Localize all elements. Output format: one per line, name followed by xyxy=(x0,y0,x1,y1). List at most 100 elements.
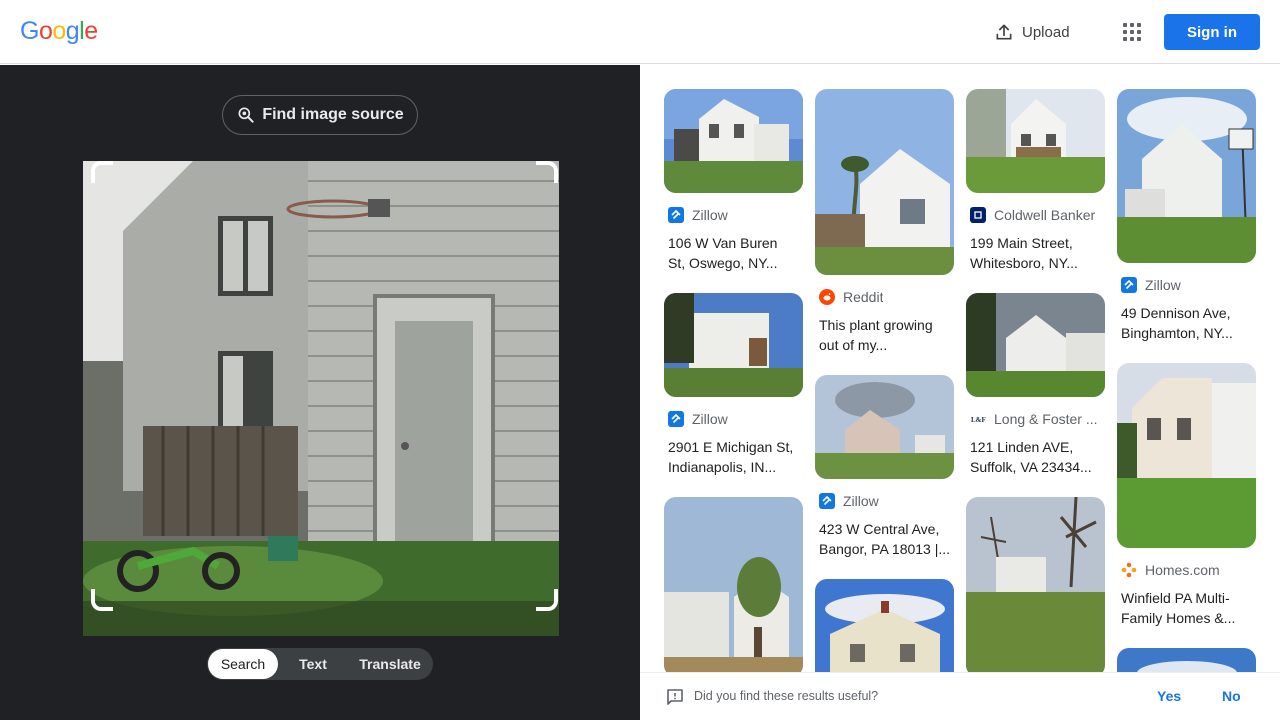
result-title-line: Whitesboro, NY... xyxy=(970,255,1078,271)
result-card[interactable] xyxy=(664,497,803,672)
crop-corner-top-right[interactable] xyxy=(536,161,558,183)
result-title-line: Indianapolis, IN... xyxy=(668,459,777,475)
tab-search[interactable]: Search xyxy=(208,649,278,679)
svg-text:L&F: L&F xyxy=(971,416,986,424)
result-source: Reddit xyxy=(843,289,884,305)
result-card[interactable]: L&F Long & Foster ... 121 Linden AVE, Su… xyxy=(966,293,1105,477)
logo-letter: o xyxy=(52,17,66,45)
result-card[interactable]: Zillow 106 W Van Buren St, Oswego, NY... xyxy=(664,89,803,273)
result-title-line: Family Homes &... xyxy=(1121,610,1236,626)
result-title-line: 106 W Van Buren xyxy=(668,235,778,251)
tab-translate[interactable]: Translate xyxy=(348,649,432,679)
find-image-source-label: Find image source xyxy=(262,106,404,123)
logo-letter: G xyxy=(20,17,39,45)
crop-corner-bottom-left[interactable] xyxy=(91,589,113,611)
visual-matches-grid: Zillow 106 W Van Buren St, Oswego, NY...… xyxy=(640,65,1280,672)
result-source: Zillow xyxy=(1145,277,1181,293)
result-thumbnail[interactable] xyxy=(1117,89,1256,263)
long-foster-icon: L&F xyxy=(970,411,986,427)
result-title[interactable]: This plant growing out of my... xyxy=(819,315,951,355)
result-card[interactable]: Zillow 2901 E Michigan St, Indianapolis,… xyxy=(664,293,803,477)
feedback-no-button[interactable]: No xyxy=(1222,688,1241,704)
result-source: Zillow xyxy=(692,207,728,223)
result-source: Zillow xyxy=(843,493,879,509)
results-column: Coldwell Banker 199 Main Street, Whitesb… xyxy=(966,89,1105,672)
zillow-icon xyxy=(819,493,835,509)
result-title-line: Bangor, PA 18013 |... xyxy=(819,541,951,557)
reddit-icon xyxy=(819,289,835,305)
results-column: Zillow 49 Dennison Ave, Binghamton, NY..… xyxy=(1117,89,1256,672)
result-source: Homes.com xyxy=(1145,562,1220,578)
upload-button[interactable]: Upload xyxy=(986,12,1078,52)
mode-switcher: Search Text Translate xyxy=(207,648,433,680)
result-title-line: Suffolk, VA 23434... xyxy=(970,459,1092,475)
result-title-line: This plant growing xyxy=(819,317,933,333)
result-thumbnail[interactable] xyxy=(1117,648,1256,672)
upload-icon xyxy=(996,24,1012,40)
logo-letter: e xyxy=(84,17,98,45)
result-title-line: Winfield PA Multi- xyxy=(1121,590,1230,606)
feedback-question: Did you find these results useful? xyxy=(694,689,879,703)
result-thumbnail[interactable] xyxy=(966,293,1105,397)
result-title[interactable]: Winfield PA Multi- Family Homes &... xyxy=(1121,588,1253,628)
google-logo[interactable]: Google xyxy=(20,17,98,46)
zillow-icon xyxy=(668,411,684,427)
logo-letter: g xyxy=(65,17,80,45)
apps-button[interactable] xyxy=(1114,14,1150,50)
result-title-line: 121 Linden AVE, xyxy=(970,439,1074,455)
result-title[interactable]: 121 Linden AVE, Suffolk, VA 23434... xyxy=(970,437,1102,477)
logo-letter: o xyxy=(38,17,53,45)
feedback-bar: Did you find these results useful? Yes N… xyxy=(640,672,1280,720)
result-source: Coldwell Banker xyxy=(994,207,1096,223)
lens-search-icon xyxy=(238,107,254,123)
result-thumbnail[interactable] xyxy=(1117,363,1256,548)
result-thumbnail[interactable] xyxy=(966,89,1105,193)
result-card[interactable] xyxy=(815,579,954,672)
result-title-line: 49 Dennison Ave, xyxy=(1121,305,1231,321)
result-title[interactable]: 423 W Central Ave, Bangor, PA 18013 |... xyxy=(819,519,951,559)
query-image[interactable] xyxy=(83,161,559,636)
coldwell-banker-icon xyxy=(970,207,986,223)
result-thumbnail[interactable] xyxy=(815,89,954,275)
result-thumbnail[interactable] xyxy=(815,579,954,672)
result-thumbnail[interactable] xyxy=(664,497,803,672)
result-card[interactable]: Coldwell Banker 199 Main Street, Whitesb… xyxy=(966,89,1105,273)
result-title-line: out of my... xyxy=(819,337,888,353)
result-thumbnail[interactable] xyxy=(966,497,1105,672)
query-image-pane: Find image source Search Text Translate xyxy=(0,65,640,720)
result-title-line: 2901 E Michigan St, xyxy=(668,439,794,455)
upload-label: Upload xyxy=(1022,23,1070,41)
result-card[interactable] xyxy=(966,497,1105,672)
result-source: Zillow xyxy=(692,411,728,427)
result-title-line: Binghamton, NY... xyxy=(1121,325,1233,341)
results-column: Reddit This plant growing out of my... Z… xyxy=(815,89,954,672)
top-bar: Google Upload Sign in xyxy=(0,0,1280,64)
result-card[interactable]: Zillow 423 W Central Ave, Bangor, PA 180… xyxy=(815,375,954,559)
result-title[interactable]: 199 Main Street, Whitesboro, NY... xyxy=(970,233,1102,273)
sign-in-button[interactable]: Sign in xyxy=(1164,14,1260,50)
zillow-icon xyxy=(1121,277,1137,293)
find-image-source-button[interactable]: Find image source xyxy=(222,95,418,135)
feedback-icon xyxy=(667,689,683,705)
result-title-line: 423 W Central Ave, xyxy=(819,521,940,537)
result-thumbnail[interactable] xyxy=(664,89,803,193)
result-card[interactable]: Zillow 49 Dennison Ave, Binghamton, NY..… xyxy=(1117,89,1256,343)
result-title[interactable]: 49 Dennison Ave, Binghamton, NY... xyxy=(1121,303,1253,343)
feedback-yes-button[interactable]: Yes xyxy=(1157,688,1181,704)
result-source: Long & Foster ... xyxy=(994,411,1098,427)
result-card[interactable]: Homes.com Winfield PA Multi- Family Home… xyxy=(1117,363,1256,628)
result-thumbnail[interactable] xyxy=(815,375,954,479)
homes-com-icon xyxy=(1121,562,1137,578)
result-thumbnail[interactable] xyxy=(664,293,803,397)
result-title-line: 199 Main Street, xyxy=(970,235,1073,251)
result-title[interactable]: 106 W Van Buren St, Oswego, NY... xyxy=(668,233,800,273)
result-card[interactable] xyxy=(1117,648,1256,672)
result-title-line: St, Oswego, NY... xyxy=(668,255,778,271)
zillow-icon xyxy=(668,207,684,223)
result-title[interactable]: 2901 E Michigan St, Indianapolis, IN... xyxy=(668,437,800,477)
result-card[interactable]: Reddit This plant growing out of my... xyxy=(815,89,954,355)
crop-corner-bottom-right[interactable] xyxy=(536,589,558,611)
results-column: Zillow 106 W Van Buren St, Oswego, NY...… xyxy=(664,89,803,672)
tab-text[interactable]: Text xyxy=(278,649,348,679)
crop-corner-top-left[interactable] xyxy=(91,161,113,183)
